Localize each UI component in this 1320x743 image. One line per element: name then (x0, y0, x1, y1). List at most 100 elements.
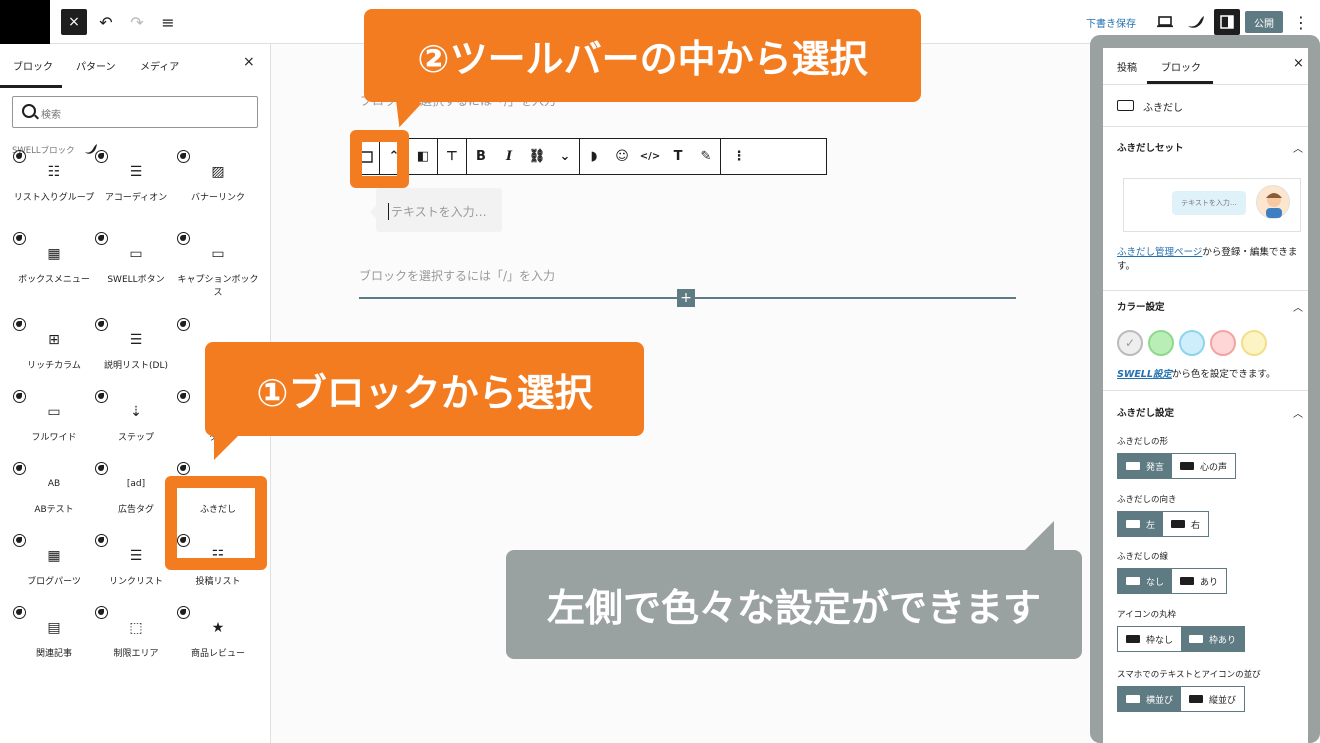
block-item[interactable]: ▨ バナーリンク (177, 150, 259, 224)
segmented-control: 枠なし 枠あり (1117, 626, 1246, 652)
balloon-style-icon (1126, 520, 1140, 528)
tab-block[interactable]: ブロック (1161, 59, 1201, 74)
block-item[interactable]: ▦ ボックスメニュー (13, 232, 95, 306)
bold-icon[interactable]: B (467, 139, 495, 174)
more-options-icon[interactable]: ⋮ (721, 139, 757, 174)
undo-icon[interactable]: ↶ (93, 9, 119, 35)
option-button[interactable]: 心の声 (1172, 454, 1236, 478)
block-item[interactable]: ▤ 関連記事 (13, 606, 95, 680)
divider (1103, 290, 1308, 291)
block-item[interactable]: ▭ キャプションボックス (177, 232, 259, 306)
publish-button[interactable]: 公開 (1245, 11, 1283, 33)
tab-patterns[interactable]: パターン (76, 58, 116, 73)
block-item[interactable]: ☰ アコーディオン (95, 150, 177, 224)
chevron-up-icon[interactable]: ︿ (1293, 140, 1303, 155)
emoji-icon[interactable]: ☺ (608, 139, 636, 174)
font-size-icon[interactable]: T (664, 139, 692, 174)
inline-code-icon[interactable]: </> (636, 139, 664, 174)
block-icon: [ad] (126, 479, 146, 489)
swell-badge-icon (13, 390, 26, 403)
option-button[interactable]: 枠あり (1181, 627, 1245, 651)
panel-title-color[interactable]: カラー設定 (1117, 299, 1165, 313)
balloon-style-icon (1189, 695, 1204, 703)
block-item[interactable]: ⇣ ステップ (95, 390, 177, 464)
divider (1103, 84, 1308, 85)
segmented-control: なし あり (1117, 568, 1228, 594)
save-draft-button[interactable]: 下書き保存 (1086, 15, 1136, 30)
chevron-down-icon[interactable]: ⌄ (551, 139, 579, 174)
block-item[interactable]: ⊞ リッチカラム (13, 318, 95, 392)
block-label: ステップ (117, 433, 154, 443)
more-options-icon[interactable]: ⋮ (1288, 9, 1314, 35)
block-label: ボックスメニュー (18, 275, 90, 285)
balloon-block[interactable]: テキストを入力… (370, 188, 502, 232)
option-button-label: 発言 (1146, 462, 1165, 473)
option-button-label: 枠あり (1209, 635, 1237, 646)
balloon-manage-link[interactable]: ふきだし管理ページ (1117, 247, 1202, 258)
option-button[interactable]: 右 (1163, 512, 1209, 536)
balloon-preview[interactable]: テキストを入力… (1123, 178, 1301, 232)
block-label: キャプションボックス (177, 275, 259, 298)
segmented-control: 発言 心の声 (1117, 453, 1237, 479)
color-swatch[interactable] (1241, 330, 1267, 356)
tab-media[interactable]: メディア (140, 58, 179, 73)
block-item[interactable]: ★ 商品レビュー (177, 606, 259, 680)
link-icon[interactable]: ⛓ (523, 139, 551, 174)
preview-bubble: テキストを入力… (1172, 191, 1246, 215)
block-icon: ▭ (211, 246, 225, 262)
site-logo[interactable] (0, 0, 50, 44)
tab-blocks[interactable]: ブロック (13, 58, 53, 73)
close-icon[interactable]: × (1293, 56, 1304, 71)
search-input[interactable]: 検索 (12, 96, 258, 128)
balloon-style-icon (1171, 520, 1186, 528)
option-button[interactable]: 枠なし (1118, 627, 1182, 651)
option-button[interactable]: 発言 (1118, 454, 1173, 478)
balloon-style-icon (1189, 635, 1204, 643)
chevron-up-icon[interactable]: ︿ (1293, 405, 1303, 420)
swell-icon[interactable] (1183, 9, 1209, 35)
block-item[interactable]: ▭ フルワイド (13, 390, 95, 464)
option-label: ふきだしの形 (1117, 437, 1169, 447)
balloon-style-icon (1126, 577, 1140, 585)
paragraph-placeholder[interactable]: ブロックを選択するには「/」を入力 (359, 267, 555, 284)
option-button[interactable]: 縦並び (1181, 687, 1245, 711)
settings-sidebar-toggle[interactable] (1214, 9, 1240, 35)
option-button[interactable]: なし (1118, 569, 1173, 593)
close-inserter-button[interactable]: × (61, 9, 87, 35)
margin-control-icon[interactable]: ⊤ (438, 139, 466, 174)
block-label: バナーリンク (190, 193, 245, 203)
block-item[interactable]: ▭ SWELLボタン (95, 232, 177, 306)
panel-title-balloon-settings[interactable]: ふきだし設定 (1117, 405, 1174, 419)
block-icon: ★ (211, 620, 225, 636)
option-button[interactable]: あり (1172, 569, 1227, 593)
panel-title-balloon-set[interactable]: ふきだしセット (1117, 140, 1184, 154)
color-swatch[interactable] (1210, 330, 1236, 356)
block-icon: ▦ (47, 548, 61, 564)
device-control-icon[interactable]: ◧ (409, 139, 437, 174)
swell-format-icon[interactable]: ◗ (580, 139, 608, 174)
balloon-text-input[interactable]: テキストを入力… (388, 203, 487, 220)
close-icon[interactable]: × (243, 54, 255, 70)
block-label: 制限エリア (113, 649, 159, 659)
block-item[interactable]: ☷ リスト入りグループ (13, 150, 95, 224)
search-icon (22, 104, 36, 118)
italic-icon[interactable]: I (495, 139, 523, 174)
tab-post[interactable]: 投稿 (1117, 59, 1137, 74)
highlighter-icon[interactable]: ✎ (692, 139, 720, 174)
color-swatch[interactable] (1179, 330, 1205, 356)
option-button[interactable]: 左 (1118, 512, 1164, 536)
chevron-up-icon[interactable]: ︿ (1293, 299, 1303, 314)
color-swatch[interactable]: ✓ (1117, 330, 1143, 356)
block-item[interactable]: AB ABテスト (13, 462, 95, 536)
block-item[interactable]: ⬚ 制限エリア (95, 606, 177, 680)
swell-settings-link[interactable]: SWELL設定 (1117, 369, 1172, 380)
document-outline-icon[interactable]: ≡ (155, 9, 181, 35)
swell-badge-icon (177, 318, 190, 331)
add-block-button[interactable]: + (677, 289, 695, 307)
block-item[interactable]: ☰ 説明リスト(DL) (95, 318, 177, 392)
block-item[interactable]: ▦ ブログパーツ (13, 534, 95, 608)
preview-icon[interactable] (1152, 9, 1178, 35)
color-swatch[interactable] (1148, 330, 1174, 356)
redo-icon[interactable]: ↷ (124, 9, 150, 35)
option-button[interactable]: 横並び (1118, 687, 1182, 711)
